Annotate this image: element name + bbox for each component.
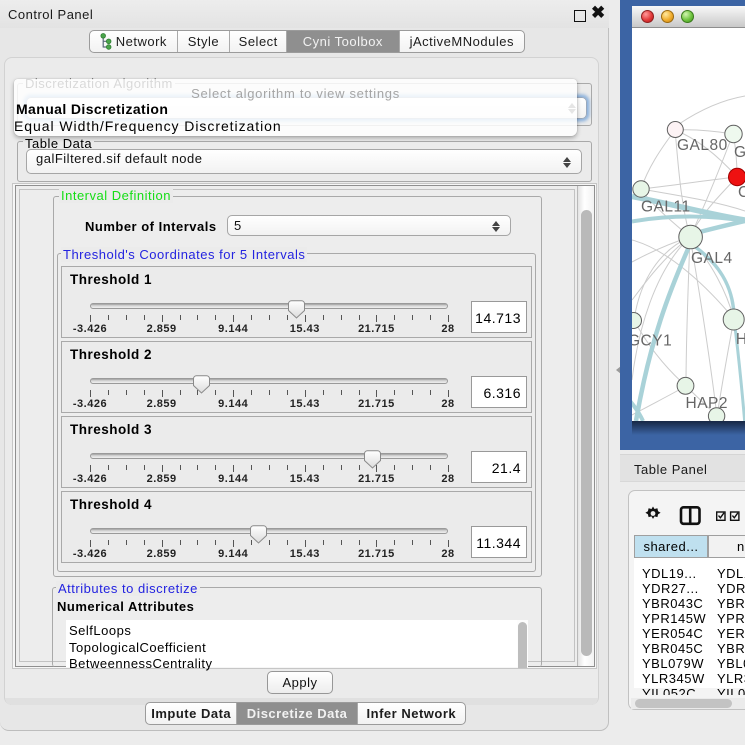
svg-text:HAP2: HAP2 [686,395,729,412]
svg-text:GAL80: GAL80 [677,137,728,154]
svg-text:H: H [736,331,745,348]
svg-text:GAL4: GAL4 [691,250,733,267]
svg-text:GAL3: GAL3 [734,144,745,161]
svg-text:CYC: CYC [738,184,745,201]
svg-text:GCY1: GCY1 [632,333,672,350]
svg-text:GAL11: GAL11 [641,198,691,215]
